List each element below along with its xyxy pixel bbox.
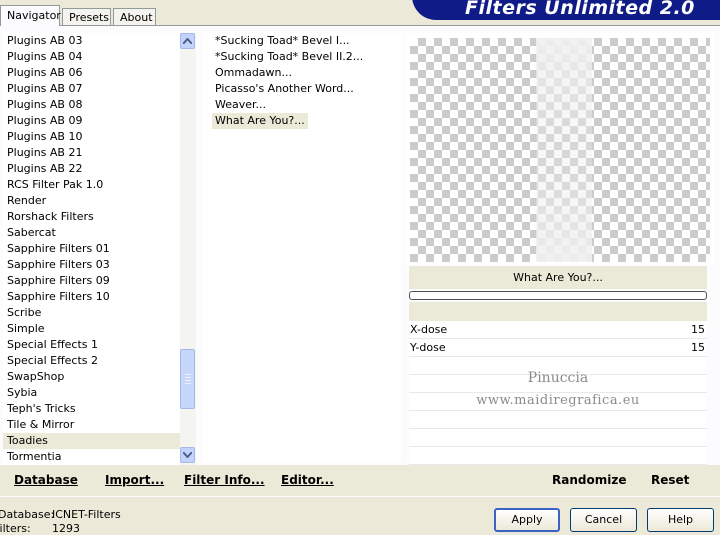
randomize-button[interactable]: Randomize — [552, 473, 626, 487]
category-item[interactable]: Special Effects 2 — [3, 353, 180, 369]
tab-presets[interactable]: Presets — [62, 8, 111, 25]
category-item[interactable]: Plugins AB 21 — [3, 145, 180, 161]
arrow-up-icon — [183, 38, 192, 44]
status-filters-value: 1293 — [52, 522, 80, 535]
arrow-down-icon — [183, 452, 192, 458]
filter-info-button[interactable]: Filter Info... — [184, 473, 265, 487]
status-database-value: ICNET-Filters — [52, 508, 121, 521]
category-item[interactable]: Plugins AB 03 — [3, 33, 180, 49]
category-item[interactable]: Sapphire Filters 03 — [3, 257, 180, 273]
param-row-x-dose[interactable]: X-dose 15 — [409, 321, 707, 339]
status-filters-label: Filters: — [0, 522, 31, 535]
scroll-thumb[interactable] — [180, 349, 195, 409]
category-item[interactable]: Plugins AB 06 — [3, 65, 180, 81]
category-item[interactable]: Plugins AB 04 — [3, 49, 180, 65]
category-item[interactable]: Scribe — [3, 305, 180, 321]
editor-button[interactable]: Editor... — [281, 473, 334, 487]
param-label: X-dose — [410, 323, 448, 336]
category-item-selected[interactable]: Toadies — [3, 433, 180, 449]
cancel-button[interactable]: Cancel — [570, 508, 637, 532]
category-item[interactable]: Plugins AB 09 — [3, 113, 180, 129]
category-item[interactable]: Sapphire Filters 10 — [3, 289, 180, 305]
category-scrollbar[interactable] — [180, 33, 196, 465]
watermark-name: Pinuccia — [527, 370, 589, 386]
database-button[interactable]: Database — [14, 473, 78, 487]
separator — [409, 302, 707, 321]
category-item[interactable]: Sybia — [3, 385, 180, 401]
filter-item[interactable]: Weaver... — [212, 97, 269, 113]
app-title: Filters Unlimited 2.0 — [465, 0, 695, 19]
filter-item[interactable]: *Sucking Toad* Bevel I... — [212, 33, 353, 49]
category-item[interactable]: Plugins AB 22 — [3, 161, 180, 177]
param-value[interactable]: 15 — [691, 339, 705, 356]
selected-filter-name: What Are You?... — [409, 266, 707, 289]
category-item[interactable]: Render — [3, 193, 180, 209]
preview-area[interactable] — [406, 33, 714, 265]
category-item[interactable]: SwapShop — [3, 369, 180, 385]
category-item[interactable]: Tormentia — [3, 449, 180, 465]
param-label: Y-dose — [410, 341, 446, 354]
category-item[interactable]: Simple — [3, 321, 180, 337]
import-button[interactable]: Import... — [105, 473, 164, 487]
category-item[interactable]: Plugins AB 07 — [3, 81, 180, 97]
category-item[interactable]: Rorshack Filters — [3, 209, 180, 225]
reset-button[interactable]: Reset — [651, 473, 689, 487]
progress-bar — [409, 291, 707, 300]
tab-about[interactable]: About — [113, 8, 156, 25]
category-item[interactable]: Sapphire Filters 09 — [3, 273, 180, 289]
filter-list[interactable]: *Sucking Toad* Bevel I... *Sucking Toad*… — [203, 33, 401, 463]
scroll-up-button[interactable] — [180, 33, 195, 49]
preview-image — [410, 38, 710, 262]
category-item[interactable]: Special Effects 1 — [3, 337, 180, 353]
tab-navigator[interactable]: Navigator — [0, 5, 61, 26]
category-list[interactable]: Plugins AB 03 Plugins AB 04 Plugins AB 0… — [3, 33, 180, 465]
category-item[interactable]: Teph's Tricks — [3, 401, 180, 417]
param-row-empty — [409, 447, 707, 465]
status-database-label: Database: — [0, 508, 55, 521]
category-item[interactable]: Tile & Mirror — [3, 417, 180, 433]
watermark-url: www.maidiregrafica.eu — [476, 393, 640, 408]
scroll-down-button[interactable] — [180, 447, 195, 463]
param-row-y-dose[interactable]: Y-dose 15 — [409, 339, 707, 357]
filter-item[interactable]: *Sucking Toad* Bevel II.2... — [212, 49, 366, 65]
category-item[interactable]: Plugins AB 10 — [3, 129, 180, 145]
param-row-empty — [409, 411, 707, 429]
category-item[interactable]: Sabercat — [3, 225, 180, 241]
category-item[interactable]: RCS Filter Pak 1.0 — [3, 177, 180, 193]
param-value[interactable]: 15 — [691, 321, 705, 338]
filter-item-selected[interactable]: What Are You?... — [212, 113, 308, 129]
filter-item[interactable]: Picasso's Another Word... — [212, 81, 357, 97]
category-item[interactable]: Plugins AB 08 — [3, 97, 180, 113]
help-button[interactable]: Help — [647, 508, 714, 532]
category-item[interactable]: Sapphire Filters 01 — [3, 241, 180, 257]
filter-item[interactable]: Ommadawn... — [212, 65, 295, 81]
param-row-empty — [409, 429, 707, 447]
apply-button[interactable]: Apply — [494, 508, 560, 532]
